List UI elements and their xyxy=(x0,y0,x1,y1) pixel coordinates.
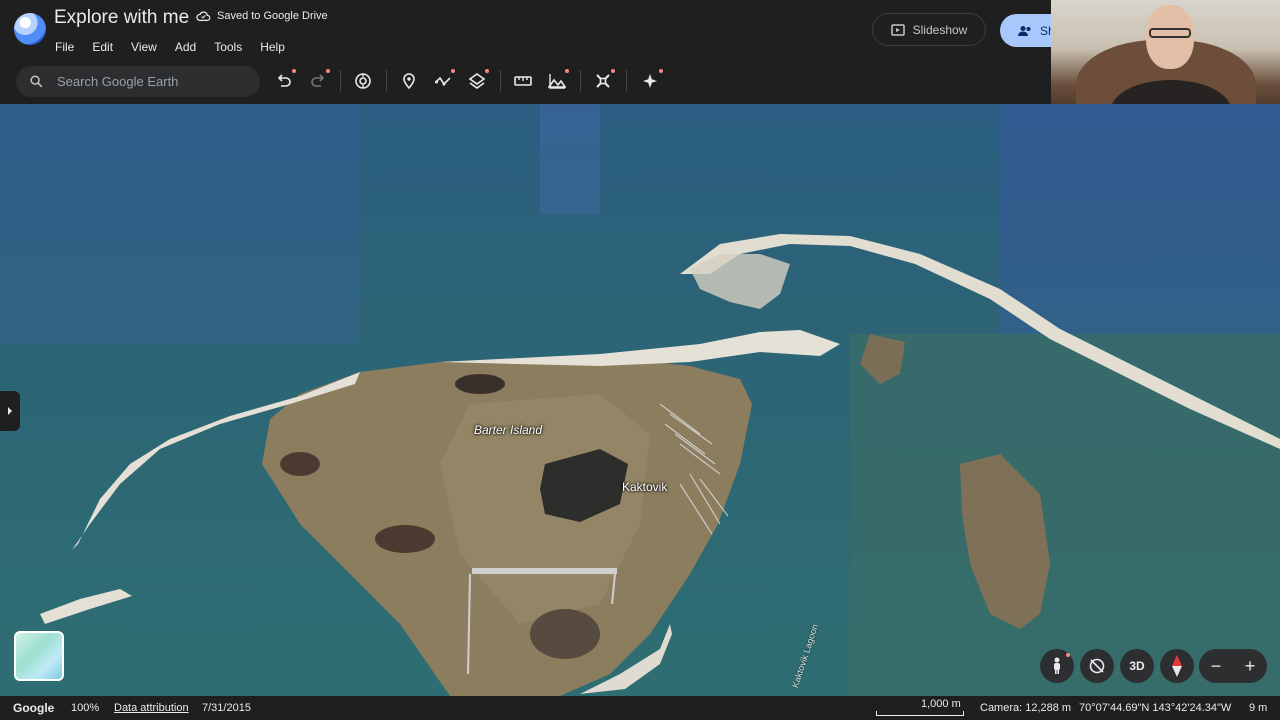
map-view[interactable]: Barter Island Kaktovik Kaktovik Lagoon xyxy=(0,104,1280,696)
toolbar-divider xyxy=(500,70,501,92)
compass-button[interactable] xyxy=(1160,649,1194,683)
menu-add[interactable]: Add xyxy=(175,40,204,54)
scale-label[interactable]: 1,000 m xyxy=(921,698,961,710)
satellite-imagery xyxy=(0,104,1280,696)
chevron-right-icon xyxy=(8,407,12,415)
path-indicator xyxy=(451,69,455,73)
webcam-overlay xyxy=(1051,0,1280,121)
zoom-controls: − + xyxy=(1199,649,1267,683)
layers-icon[interactable] xyxy=(466,69,489,92)
menu-help[interactable]: Help xyxy=(260,40,293,54)
undo-indicator xyxy=(292,69,296,73)
zoom-in-button[interactable]: + xyxy=(1245,656,1256,677)
toolbar-divider xyxy=(626,70,627,92)
slideshow-button[interactable]: Slideshow xyxy=(872,13,986,46)
pegman-button[interactable] xyxy=(1040,649,1074,683)
google-brand: Google xyxy=(13,701,55,715)
project-title[interactable]: Explore with me xyxy=(54,7,189,29)
zoom-level[interactable]: 100% xyxy=(71,702,99,714)
undo-icon[interactable] xyxy=(273,69,296,92)
pegman-icon xyxy=(1054,657,1060,674)
slideshow-icon xyxy=(890,23,905,36)
slideshow-label: Slideshow xyxy=(912,22,968,37)
presenter-glasses xyxy=(1149,28,1191,38)
search-input[interactable] xyxy=(57,74,237,89)
google-earth-logo-icon[interactable] xyxy=(14,13,46,45)
data-attribution-link[interactable]: Data attribution xyxy=(114,702,189,714)
imagery-date: 7/31/2015 xyxy=(202,702,251,714)
menu-view[interactable]: View xyxy=(131,40,165,54)
ground-elevation: 9 m xyxy=(1249,702,1268,714)
rotate-off-icon xyxy=(1089,658,1105,674)
toggle-3d-button[interactable]: 3D xyxy=(1120,649,1154,683)
satellite-icon[interactable] xyxy=(592,69,615,92)
menu-file[interactable]: File xyxy=(55,40,82,54)
sparkle-icon[interactable] xyxy=(640,69,663,92)
sparkle-indicator xyxy=(659,69,663,73)
menu-edit[interactable]: Edit xyxy=(92,40,121,54)
layers-indicator xyxy=(485,69,489,73)
ruler-icon[interactable] xyxy=(512,70,534,92)
people-icon xyxy=(1018,25,1031,36)
redo-icon[interactable] xyxy=(307,69,330,92)
panel-toggle-button[interactable] xyxy=(0,391,20,431)
path-icon[interactable] xyxy=(432,69,455,92)
satellite-indicator xyxy=(611,69,615,73)
compass-icon xyxy=(1172,655,1182,677)
saved-status-text: Saved to Google Drive xyxy=(217,10,328,22)
zoom-out-button[interactable]: − xyxy=(1211,656,1222,677)
barter-island-label: Barter Island xyxy=(474,423,543,437)
voyager-icon[interactable] xyxy=(352,70,374,92)
menu-tools[interactable]: Tools xyxy=(214,40,250,54)
reset-tilt-button[interactable] xyxy=(1080,649,1114,683)
pegman-indicator xyxy=(1066,653,1070,657)
menu-bar: File Edit View Add Tools Help xyxy=(55,40,303,54)
search-icon xyxy=(30,75,43,88)
cloud-icon xyxy=(196,11,211,21)
coordinates: 70°07'44.69"N 143°42'24.34"W xyxy=(1079,702,1232,714)
search-box[interactable] xyxy=(16,66,260,97)
map-style-button[interactable] xyxy=(14,631,64,681)
camera-altitude: Camera: 12,288 m xyxy=(980,702,1072,714)
elevation-icon[interactable] xyxy=(546,69,569,92)
placemark-icon[interactable] xyxy=(398,70,420,92)
scale-bar xyxy=(876,711,964,716)
toolbar-divider xyxy=(340,70,341,92)
toolbar-divider xyxy=(386,70,387,92)
kaktovik-label: Kaktovik xyxy=(622,480,668,494)
saved-status: Saved to Google Drive xyxy=(196,10,328,22)
status-bar: Google 100% Data attribution 7/31/2015 1… xyxy=(0,696,1280,720)
elevation-indicator xyxy=(565,69,569,73)
toolbar-divider xyxy=(580,70,581,92)
redo-indicator xyxy=(326,69,330,73)
